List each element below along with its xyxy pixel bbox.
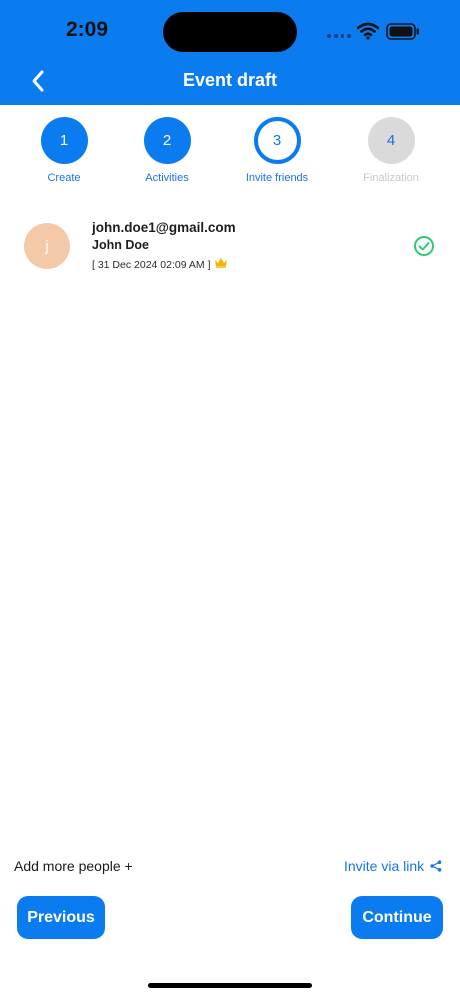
wifi-icon (357, 22, 379, 40)
step-label: Finalization (363, 172, 419, 184)
add-more-people-link[interactable]: Add more people + (14, 858, 133, 874)
avatar: j (24, 223, 70, 269)
step-number-circle: 2 (143, 117, 191, 164)
check-circle-icon (414, 236, 434, 256)
signal-icon (327, 34, 351, 38)
step-activities[interactable]: 2 Activities (117, 117, 217, 184)
status-time: 2:09 (66, 18, 109, 41)
step-label: Create (47, 172, 81, 184)
continue-button[interactable]: Continue (351, 896, 443, 939)
battery-icon (386, 23, 419, 40)
page-title: Event draft (182, 70, 278, 90)
step-number-circle: 3 (253, 117, 301, 164)
invitee-date: [ 31 Dec 2024 02:09 AM ] (92, 259, 211, 271)
step-invite-friends[interactable]: 3 Invite friends (227, 117, 327, 184)
step-label: Invite friends (245, 172, 309, 184)
invitee-email: john.doe1@gmail.com (92, 220, 236, 235)
invite-via-link-label: Invite via link (344, 858, 425, 874)
step-label: Activities (145, 172, 189, 184)
home-indicator (148, 983, 312, 988)
invitee-name: John Doe (92, 238, 149, 252)
crown-icon (215, 258, 227, 268)
invite-via-link[interactable]: Invite via link (344, 858, 442, 874)
previous-button[interactable]: Previous (17, 896, 105, 939)
step-number-circle: 1 (40, 117, 88, 164)
step-finalization[interactable]: 4 Finalization (341, 117, 441, 184)
header-bar: 2:09 Event draft (0, 0, 460, 105)
step-number-circle: 4 (367, 117, 415, 164)
step-create[interactable]: 1 Create (14, 117, 114, 184)
share-icon (430, 860, 442, 872)
dynamic-island (163, 12, 297, 52)
